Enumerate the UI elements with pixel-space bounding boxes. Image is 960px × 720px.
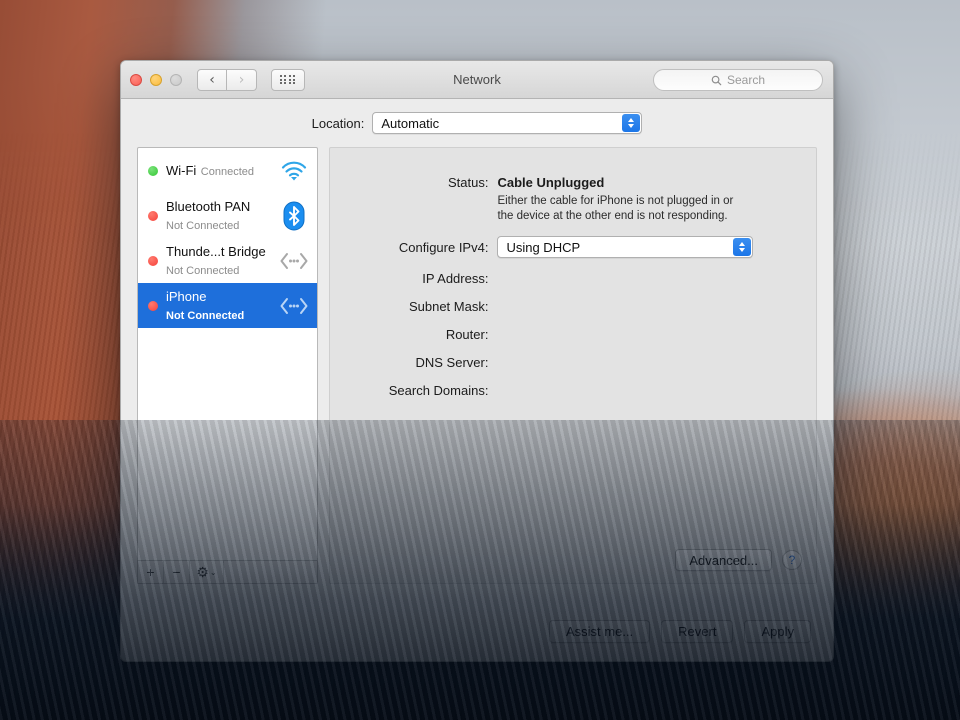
subnet-mask-field: Subnet Mask: xyxy=(330,299,816,314)
subnet-mask-label: Subnet Mask: xyxy=(330,299,497,314)
revert-button[interactable]: Revert xyxy=(661,620,733,643)
chevron-down-icon: ⌄ xyxy=(210,568,217,577)
apply-button[interactable]: Apply xyxy=(744,620,811,643)
service-list: Wi-Fi Connected xyxy=(138,148,317,560)
service-state: Not Connected xyxy=(166,220,239,232)
advanced-button[interactable]: Advanced... xyxy=(675,549,772,571)
minus-icon: − xyxy=(172,564,180,580)
service-actions-menu-button[interactable]: ⚙ ⌄ xyxy=(190,561,224,583)
search-icon xyxy=(711,75,722,86)
service-state: Connected xyxy=(201,166,254,178)
detail-actions: Advanced... ? xyxy=(675,549,802,571)
plus-icon: + xyxy=(146,564,154,580)
service-state: Not Connected xyxy=(166,265,239,277)
dns-server-field: DNS Server: xyxy=(330,355,816,370)
chevron-right-icon: › xyxy=(239,73,245,87)
service-row-wifi[interactable]: Wi-Fi Connected xyxy=(138,148,317,193)
service-name: iPhone xyxy=(166,289,206,304)
ethernet-bridge-icon xyxy=(279,246,309,276)
service-state: Not Connected xyxy=(166,310,244,322)
chevron-left-icon: ‹ xyxy=(209,73,215,87)
location-label: Location: xyxy=(312,116,365,131)
gear-icon: ⚙ xyxy=(196,564,209,581)
help-button[interactable]: ? xyxy=(782,550,802,570)
router-field: Router: xyxy=(330,327,816,342)
service-name: Wi-Fi xyxy=(166,163,196,178)
service-row-bluetooth-pan[interactable]: Bluetooth PAN Not Connected xyxy=(138,193,317,238)
show-all-button[interactable] xyxy=(271,69,305,91)
assist-me-button[interactable]: Assist me... xyxy=(549,620,650,643)
status-dot xyxy=(148,301,158,311)
traffic-lights xyxy=(121,74,182,86)
stepper-chevrons-icon xyxy=(622,114,640,132)
ip-address-field: IP Address: xyxy=(330,271,816,286)
location-row: Location: Automatic xyxy=(121,99,833,147)
back-button[interactable]: ‹ xyxy=(197,69,227,91)
dns-server-label: DNS Server: xyxy=(330,355,497,370)
desktop-wallpaper: ‹ › Network Search L xyxy=(0,0,960,720)
status-dot xyxy=(148,211,158,221)
service-name: Bluetooth PAN xyxy=(166,199,250,214)
location-value: Automatic xyxy=(373,116,439,131)
service-row-thunderbolt-bridge[interactable]: Thunde...t Bridge Not Connected xyxy=(138,238,317,283)
toolbar-filler xyxy=(224,561,317,583)
wifi-icon xyxy=(279,156,309,186)
grid-icon xyxy=(280,75,297,84)
status-dot xyxy=(148,166,158,176)
network-preferences-window: ‹ › Network Search L xyxy=(120,60,834,662)
forward-button[interactable]: › xyxy=(227,69,257,91)
search-field[interactable]: Search xyxy=(653,69,823,91)
window-footer: Assist me... Revert Apply xyxy=(121,601,833,661)
router-label: Router: xyxy=(330,327,497,342)
configure-ipv4-value: Using DHCP xyxy=(498,240,580,255)
configure-ipv4-field: Configure IPv4: Using DHCP xyxy=(330,236,816,258)
status-label: Status: xyxy=(330,175,497,190)
zoom-button[interactable] xyxy=(170,74,182,86)
window-body: Wi-Fi Connected xyxy=(121,147,833,584)
add-service-button[interactable]: + xyxy=(138,561,164,583)
status-description: Either the cable for iPhone is not plugg… xyxy=(497,194,747,224)
service-row-iphone[interactable]: iPhone Not Connected xyxy=(138,283,317,328)
status-field: Status: Cable Unplugged Either the cable… xyxy=(330,148,816,224)
status-dot xyxy=(148,256,158,266)
close-button[interactable] xyxy=(130,74,142,86)
configure-ipv4-label: Configure IPv4: xyxy=(330,240,497,255)
search-placeholder: Search xyxy=(727,73,765,87)
ethernet-bridge-icon xyxy=(279,291,309,321)
minimize-button[interactable] xyxy=(150,74,162,86)
configure-ipv4-popup-button[interactable]: Using DHCP xyxy=(497,236,753,258)
bluetooth-icon xyxy=(279,201,309,231)
remove-service-button[interactable]: − xyxy=(164,561,190,583)
search-domains-field: Search Domains: xyxy=(330,383,816,398)
window-titlebar: ‹ › Network Search xyxy=(121,61,833,99)
service-detail-panel: Status: Cable Unplugged Either the cable… xyxy=(329,147,817,584)
ip-address-label: IP Address: xyxy=(330,271,497,286)
search-domains-label: Search Domains: xyxy=(330,383,497,398)
stepper-chevrons-icon xyxy=(733,238,751,256)
status-value: Cable Unplugged xyxy=(497,175,604,190)
service-list-toolbar: + − ⚙ ⌄ xyxy=(138,560,317,583)
service-list-panel: Wi-Fi Connected xyxy=(137,147,318,584)
navigation-buttons: ‹ › xyxy=(197,69,257,91)
service-name: Thunde...t Bridge xyxy=(166,244,266,259)
location-popup-button[interactable]: Automatic xyxy=(372,112,642,134)
